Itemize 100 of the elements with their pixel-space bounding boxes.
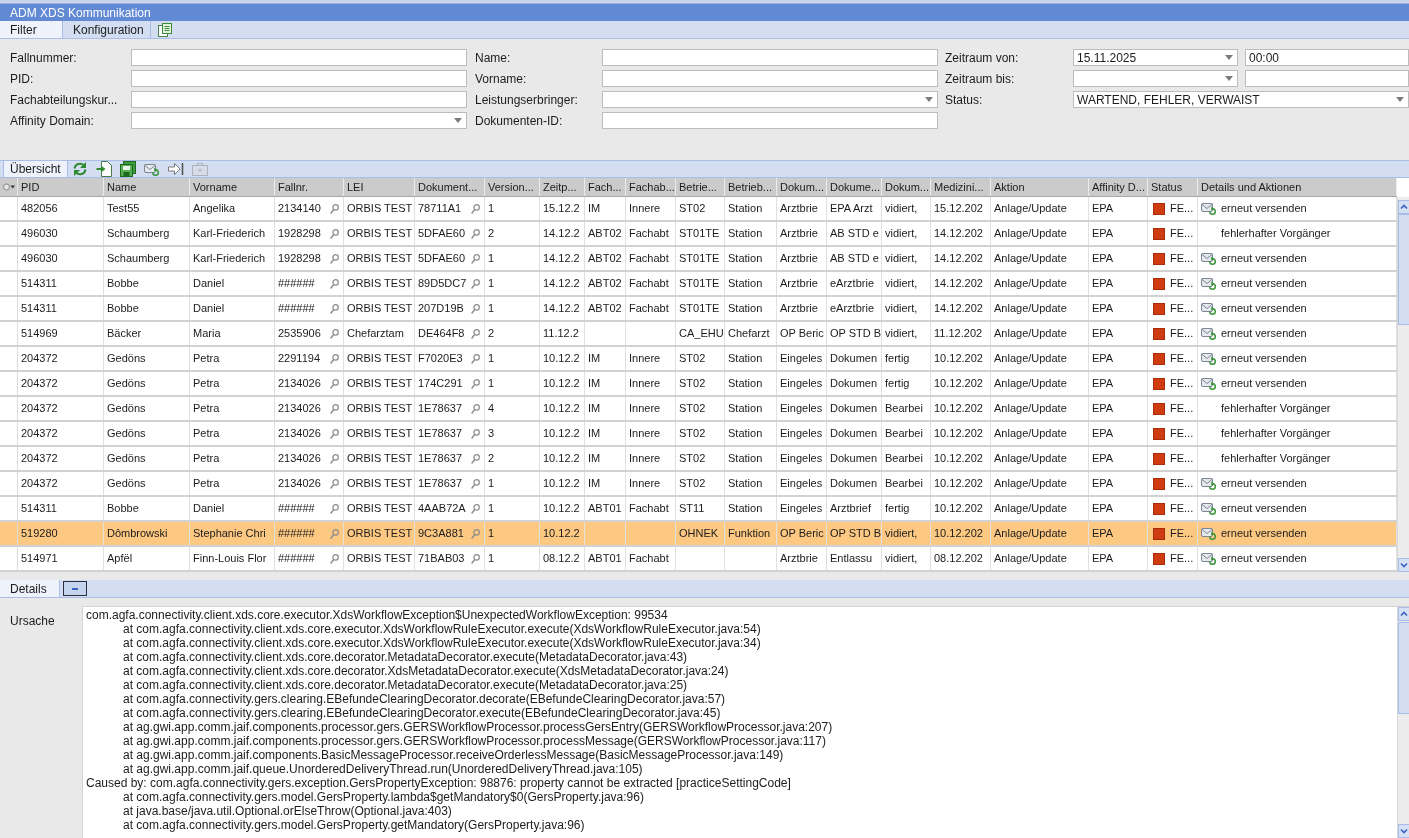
resend-action[interactable]: erneut versenden: [1201, 325, 1307, 342]
resend-action[interactable]: erneut versenden: [1201, 500, 1307, 517]
column-header[interactable]: Dokume...: [827, 178, 882, 196]
resend-action[interactable]: erneut versenden: [1201, 250, 1307, 267]
search-icon[interactable]: [330, 478, 339, 489]
table-row[interactable]: 204372 Gedöns Petra 2134026 ORBIS TEST 1E78637 3 10.12.2 IM Innere ST02 Station Eingeles Dokumen Bearbei 10.12.202 Anlage/Update EPA FE... fehlerhafter Vorgänger: [0, 422, 1397, 447]
date-dropdown[interactable]: [1073, 70, 1238, 87]
column-menu-icon[interactable]: [2, 183, 15, 191]
text-field[interactable]: [602, 70, 938, 87]
column-header[interactable]: Details und Aktionen: [1198, 178, 1397, 196]
table-row[interactable]: 496030 Schaumberg Karl-Friederich 1928298 ORBIS TEST 5DFAE60 1 14.12.2 ABT02 Fachabt ST01TE Station Arztbrie AB STD e vidiert, 14.12.202 Anlage/Update EPA FE... erneut versenden: [0, 247, 1397, 272]
search-icon[interactable]: [330, 353, 339, 364]
envelope-arrow-icon[interactable]: [143, 161, 160, 177]
column-header[interactable]: Fallnr.: [275, 178, 344, 196]
text-field[interactable]: [131, 49, 467, 66]
search-icon[interactable]: [330, 203, 339, 214]
dropdown-field[interactable]: [131, 112, 467, 129]
column-header[interactable]: Betrie...: [676, 178, 725, 196]
search-icon[interactable]: [471, 553, 480, 564]
time-field[interactable]: 00:00: [1245, 49, 1409, 66]
table-row[interactable]: 514969 Bäcker Maria 2535906 Chefarztam DE464F8 2 11.12.2 CA_EHU Chefarzt OP Beric OP STD B vidiert, 11.12.202 Anlage/Update EPA FE... erneut versenden: [0, 322, 1397, 347]
column-header[interactable]: Name: [104, 178, 190, 196]
column-header[interactable]: Fachab...: [626, 178, 676, 196]
column-header[interactable]: Zeitp...: [540, 178, 585, 196]
column-header[interactable]: PID: [18, 178, 104, 196]
floppy-icon[interactable]: [119, 161, 136, 177]
resend-action[interactable]: erneut versenden: [1201, 200, 1307, 217]
resend-action[interactable]: erneut versenden: [1201, 375, 1307, 392]
table-row[interactable]: 482056 Test55 Angelika 2134140 ORBIS TEST 78711A1 1 15.12.2 IM Innere ST02 Station Arztbrie EPA Arzt vidiert, 15.12.202 Anlage/Update EPA FE... erneut versenden: [0, 197, 1397, 222]
search-icon[interactable]: [471, 378, 480, 389]
search-icon[interactable]: [471, 353, 480, 364]
column-header[interactable]: Status: [1148, 178, 1198, 196]
table-row[interactable]: 204372 Gedöns Petra 2134026 ORBIS TEST 174C291 1 10.12.2 IM Innere ST02 Station Eingeles Dokumen fertig 10.12.202 Anlage/Update EPA FE... erneut versenden: [0, 372, 1397, 397]
tab[interactable]: Filter: [0, 21, 63, 38]
search-icon[interactable]: [330, 228, 339, 239]
search-icon[interactable]: [330, 378, 339, 389]
scrollbar-thumb[interactable]: [1398, 622, 1409, 714]
time-field[interactable]: [1245, 70, 1409, 87]
column-header[interactable]: Aktion: [991, 178, 1089, 196]
table-row[interactable]: 204372 Gedöns Petra 2134026 ORBIS TEST 1E78637 4 10.12.2 IM Innere ST02 Station Eingeles Dokumen Bearbei 10.12.202 Anlage/Update EPA FE... fehlerhafter Vorgänger: [0, 397, 1397, 422]
chevron-down-icon[interactable]: [1398, 824, 1409, 838]
date-dropdown[interactable]: 15.11.2025: [1073, 49, 1238, 66]
text-field[interactable]: [602, 49, 938, 66]
table-row[interactable]: 519280 Dômbrowski Stephanie Chri ###### ORBIS TEST 9C3A881 1 10.12.2 OHNEK Funktion OP Beric OP STD B vidiert, 10.12.202 Anlage/Update EPA FE... erneut versenden: [0, 522, 1397, 547]
resend-action[interactable]: erneut versenden: [1201, 300, 1307, 317]
tab[interactable]: Übersicht: [3, 161, 68, 177]
column-header[interactable]: Medizini...: [931, 178, 991, 196]
resend-action[interactable]: erneut versenden: [1201, 475, 1307, 492]
search-icon[interactable]: [471, 203, 480, 214]
dropdown-field[interactable]: WARTEND, FEHLER, VERWAIST: [1073, 91, 1409, 108]
table-row[interactable]: 514311 Bobbe Daniel ###### ORBIS TEST 207D19B 1 14.12.2 ABT02 Fachabt ST01TE Station Arztbrie eArztbrie vidiert, 14.12.202 Anlage/Update EPA FE... erneut versenden: [0, 297, 1397, 322]
search-icon[interactable]: [330, 303, 339, 314]
search-icon[interactable]: [330, 503, 339, 514]
table-row[interactable]: 514971 Apfël Finn-Louis Flor ###### ORBIS TEST 71BAB03 1 08.12.2 ABT01 Fachabt Arztbrie Entlassu vidiert, 08.12.202 Anlage/Update EPA FE... erneut versenden: [0, 547, 1397, 572]
search-icon[interactable]: [471, 278, 480, 289]
search-icon[interactable]: [330, 553, 339, 564]
search-icon[interactable]: [330, 453, 339, 464]
search-icon[interactable]: [471, 478, 480, 489]
chevron-up-icon[interactable]: [1398, 200, 1409, 214]
resend-action[interactable]: erneut versenden: [1201, 350, 1307, 367]
column-header[interactable]: Affinity D...: [1089, 178, 1148, 196]
column-header[interactable]: Dokum...: [777, 178, 827, 196]
tab[interactable]: Details: [0, 580, 60, 597]
text-field[interactable]: [602, 112, 938, 129]
search-icon[interactable]: [471, 253, 480, 264]
search-icon[interactable]: [471, 503, 480, 514]
search-icon[interactable]: [330, 528, 339, 539]
resend-action[interactable]: erneut versenden: [1201, 550, 1307, 567]
arrow-right-bar-icon[interactable]: [167, 162, 184, 176]
search-icon[interactable]: [330, 428, 339, 439]
column-header[interactable]: LEI: [344, 178, 415, 196]
search-icon[interactable]: [471, 328, 480, 339]
text-field[interactable]: [131, 70, 467, 87]
search-icon[interactable]: [330, 278, 339, 289]
search-icon[interactable]: [471, 228, 480, 239]
table-row[interactable]: 204372 Gedöns Petra 2134026 ORBIS TEST 1E78637 2 10.12.2 IM Innere ST02 Station Eingeles Dokumen Bearbei 10.12.202 Anlage/Update EPA FE... fehlerhafter Vorgänger: [0, 447, 1397, 472]
column-header[interactable]: Version...: [485, 178, 540, 196]
column-header[interactable]: Dokument...: [415, 178, 485, 196]
text-field[interactable]: [131, 91, 467, 108]
search-icon[interactable]: [471, 428, 480, 439]
table-row[interactable]: 496030 Schaumberg Karl-Friederich 1928298 ORBIS TEST 5DFAE60 2 14.12.2 ABT02 Fachabt ST01TE Station Arztbrie AB STD e vidiert, 14.12.202 Anlage/Update EPA FE... fehlerhafter Vorgänger: [0, 222, 1397, 247]
search-icon[interactable]: [471, 528, 480, 539]
table-row[interactable]: 204372 Gedöns Petra 2134026 ORBIS TEST 1E78637 1 10.12.2 IM Innere ST02 Station Eingeles Dokumen Bearbei 10.12.202 Anlage/Update EPA FE... erneut versenden: [0, 472, 1397, 497]
table-row[interactable]: 514311 Bobbe Daniel ###### ORBIS TEST 89D5DC7 1 14.12.2 ABT02 Fachabt ST01TE Station Arztbrie eArztbrie vidiert, 14.12.202 Anlage/Update EPA FE... erneut versenden: [0, 272, 1397, 297]
document-arrow-icon[interactable]: [95, 161, 112, 177]
table-row[interactable]: 514311 Bobbe Daniel ###### ORBIS TEST 4AAB72A 1 10.12.2 ABT01 Fachabt ST11 Station Eingeles Arztbrief fertig 10.12.202 Anlage/Update EPA FE... erneut versenden: [0, 497, 1397, 522]
column-header[interactable]: Vorname: [190, 178, 275, 196]
column-header[interactable]: Fach...: [585, 178, 626, 196]
chevron-down-icon[interactable]: [1398, 558, 1409, 572]
collapse-button[interactable]: [63, 581, 87, 596]
scrollbar-thumb[interactable]: [1398, 214, 1409, 325]
resend-action[interactable]: erneut versenden: [1201, 275, 1307, 292]
search-icon[interactable]: [330, 253, 339, 264]
search-icon[interactable]: [471, 453, 480, 464]
documents-icon[interactable]: [157, 22, 172, 37]
refresh-icon[interactable]: [71, 161, 88, 177]
search-icon[interactable]: [330, 403, 339, 414]
search-icon[interactable]: [471, 403, 480, 414]
column-header[interactable]: Betrieb...: [725, 178, 777, 196]
search-icon[interactable]: [330, 328, 339, 339]
